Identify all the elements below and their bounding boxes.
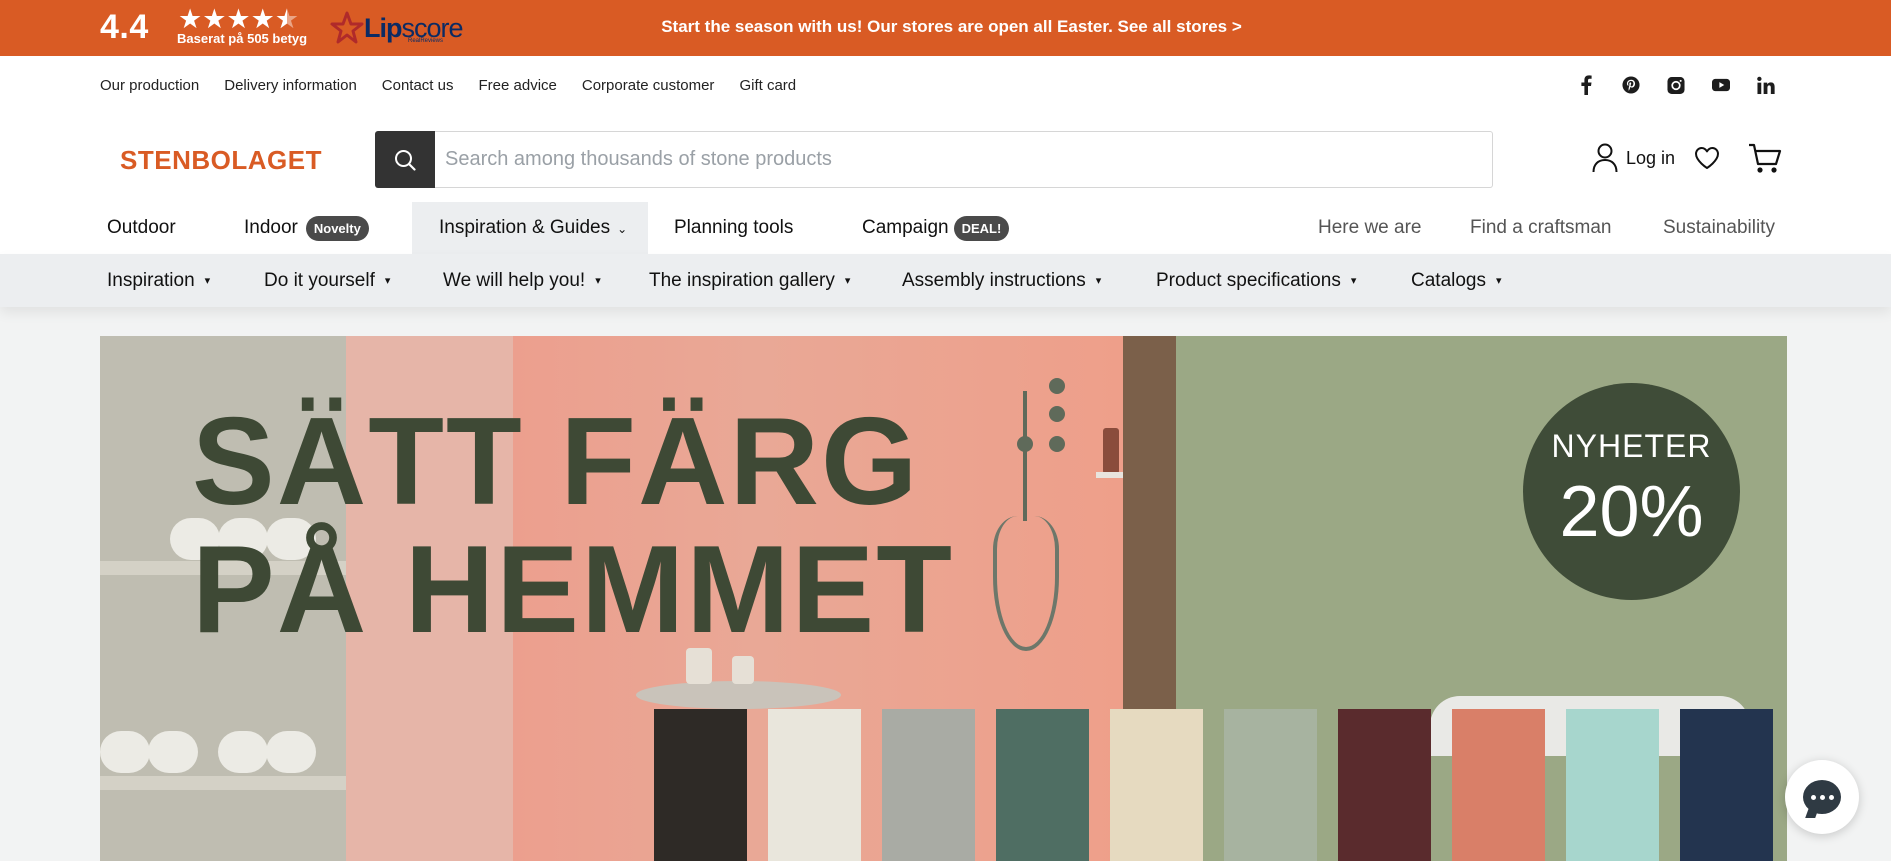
subnav-catalogs[interactable]: Catalogs ▾ (1411, 254, 1502, 307)
youtube-icon[interactable] (1712, 75, 1730, 95)
search-button[interactable] (375, 131, 435, 188)
main-nav: Outdoor Indoor Novelty Inspiration & Guid… (0, 202, 1891, 254)
towel (148, 731, 198, 773)
side-table (636, 681, 841, 709)
util-link-delivery-information[interactable]: Delivery information (224, 77, 357, 94)
tile-sample (654, 709, 747, 861)
caret-down-icon: ▾ (1350, 275, 1357, 287)
nav-find-craftsman[interactable]: Find a craftsman (1470, 202, 1612, 254)
nav-inspiration-guides[interactable]: Inspiration & Guides ⌄ (412, 202, 648, 254)
user-icon (1592, 143, 1618, 173)
utility-links: Our production Delivery information Cont… (100, 77, 796, 94)
nav-outdoor[interactable]: Outdoor (107, 202, 176, 254)
nav-sustainability[interactable]: Sustainability (1663, 202, 1775, 254)
subnav-assembly-instructions[interactable]: Assembly instructions ▾ (902, 254, 1101, 307)
shower-knob (1017, 436, 1033, 452)
tile-sample (1452, 709, 1545, 861)
login-button[interactable]: Log in (1592, 143, 1675, 173)
jar (732, 656, 754, 684)
nav-campaign[interactable]: Campaign DEAL! (862, 202, 1010, 254)
shelf (100, 776, 346, 790)
social-links (1577, 75, 1775, 95)
lipscore-tagline: RealReviews (408, 38, 444, 44)
util-link-our-production[interactable]: Our production (100, 77, 199, 94)
hero-title: SÄTT FÄRG PÅ HEMMET (192, 393, 954, 659)
caret-down-icon: ▾ (384, 275, 391, 287)
tile-sample (1338, 709, 1431, 861)
tile-sample (882, 709, 975, 861)
util-link-gift-card[interactable]: Gift card (739, 77, 796, 94)
sub-nav: Inspiration ▾ Do it yourself ▾ We will hel… (0, 254, 1891, 307)
heart-icon (1695, 147, 1719, 169)
shower-pipe (1023, 391, 1027, 521)
tile-sample (1110, 709, 1203, 861)
towel (218, 731, 268, 773)
wishlist-button[interactable] (1694, 146, 1720, 175)
ledge (1096, 472, 1123, 478)
pinterest-icon[interactable] (1622, 75, 1640, 95)
bottle (1103, 428, 1119, 474)
search-icon (395, 149, 416, 171)
shower-knob (1049, 406, 1065, 422)
caret-down-icon: ▾ (595, 275, 601, 287)
caret-down-icon: ▾ (1496, 275, 1502, 287)
tile-sample (1566, 709, 1659, 861)
caret-down-icon: ▾ (1095, 275, 1102, 287)
chevron-down-icon: ⌄ (617, 222, 628, 236)
subnav-do-it-yourself[interactable]: Do it yourself ▾ (264, 254, 390, 307)
towel (266, 731, 316, 773)
top-promo-bar: 4.4 ★★★★★ Baserat på 505 betyg Lipscore … (0, 0, 1891, 56)
subnav-inspiration[interactable]: Inspiration ▾ (107, 254, 210, 307)
tile-sample (1224, 709, 1317, 861)
util-link-free-advice[interactable]: Free advice (479, 77, 557, 94)
nav-planning-tools[interactable]: Planning tools (674, 202, 793, 254)
tile-sample (996, 709, 1089, 861)
subnav-we-will-help-you[interactable]: We will help you! ▾ (443, 254, 601, 307)
shower-knob (1049, 378, 1065, 394)
facebook-icon[interactable] (1577, 75, 1595, 95)
novelty-badge: Novelty (305, 215, 369, 241)
news-badge-value: 20% (1559, 472, 1704, 552)
cart-icon (1749, 143, 1782, 173)
towel (100, 731, 150, 773)
cart-button[interactable] (1748, 143, 1782, 180)
store-announcement-link[interactable]: Start the season with us! Our stores are… (0, 17, 1891, 37)
util-link-corporate-customer[interactable]: Corporate customer (582, 77, 715, 94)
tile-sample (1680, 709, 1773, 861)
util-link-contact-us[interactable]: Contact us (382, 77, 454, 94)
news-badge: NYHETER 20% (1523, 383, 1740, 600)
hero-banner[interactable]: SÄTT FÄRG PÅ HEMMET NYHETER 20% (100, 336, 1787, 861)
linkedin-icon[interactable] (1757, 75, 1775, 95)
subnav-product-specifications[interactable]: Product specifications ▾ (1156, 254, 1356, 307)
site-logo[interactable]: STENBOLAGET (120, 145, 322, 176)
caret-down-icon: ▾ (204, 275, 211, 287)
instagram-icon[interactable] (1667, 75, 1685, 95)
shower-knob (1049, 436, 1065, 452)
chat-button[interactable] (1785, 760, 1859, 834)
tile-sample (768, 709, 861, 861)
site-header: STENBOLAGET Log in (0, 116, 1891, 202)
utility-nav: Our production Delivery information Cont… (0, 56, 1891, 116)
nav-here-we-are[interactable]: Here we are (1318, 202, 1422, 254)
caret-down-icon: ▾ (844, 275, 851, 287)
deal-badge: DEAL! (953, 215, 1010, 241)
search-input[interactable] (435, 131, 1493, 188)
news-badge-label: NYHETER (1551, 428, 1712, 464)
nav-indoor[interactable]: Indoor Novelty (244, 202, 369, 254)
login-label: Log in (1626, 147, 1676, 168)
subnav-inspiration-gallery[interactable]: The inspiration gallery ▾ (649, 254, 850, 307)
